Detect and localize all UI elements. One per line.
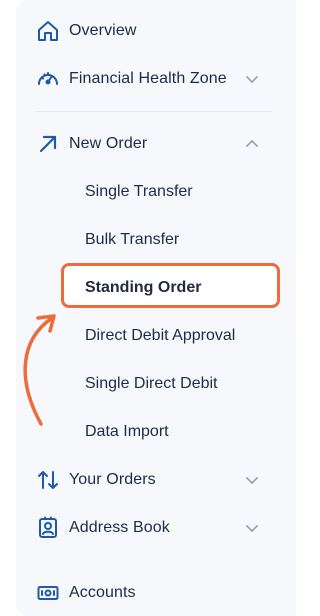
submenu-item-single-direct-debit[interactable]: Single Direct Debit [85,368,218,400]
nav-label-financial-health-zone: Financial Health Zone [69,70,227,87]
nav-item-accounts[interactable]: Accounts [36,577,280,609]
annotation-arrow-icon [23,314,56,426]
chevron-down-icon[interactable] [244,71,260,87]
nav-item-financial-health-zone[interactable]: Financial Health Zone [36,63,280,95]
contact-card-icon [36,516,60,540]
chevron-up-icon[interactable] [244,136,260,152]
arrow-up-right-icon [36,132,60,156]
nav-label-new-order: New Order [69,135,148,152]
submenu-item-bulk-transfer[interactable]: Bulk Transfer [85,224,179,256]
nav-label-address-book: Address Book [69,519,170,536]
chevron-down-icon[interactable] [244,520,260,536]
banknote-icon [36,581,60,605]
submenu-item-data-import[interactable]: Data Import [85,416,169,448]
nav-item-address-book[interactable]: Address Book [36,512,280,544]
nav-label-overview: Overview [69,22,137,39]
gauge-icon [36,67,60,91]
home-icon [36,19,60,43]
nav-item-new-order[interactable]: New Order [36,128,280,160]
nav-label-your-orders: Your Orders [69,471,156,488]
nav-item-your-orders[interactable]: Your Orders [36,464,280,496]
submenu-item-single-transfer[interactable]: Single Transfer [85,176,193,208]
submenu-item-direct-debit-approval[interactable]: Direct Debit Approval [85,320,235,352]
nav-label-accounts: Accounts [69,584,136,601]
nav-item-overview[interactable]: Overview [36,15,280,47]
arrows-up-down-icon [36,468,60,492]
nav-divider [36,111,272,112]
submenu-item-standing-order[interactable]: Standing Order [85,272,201,304]
chevron-down-icon[interactable] [244,472,260,488]
